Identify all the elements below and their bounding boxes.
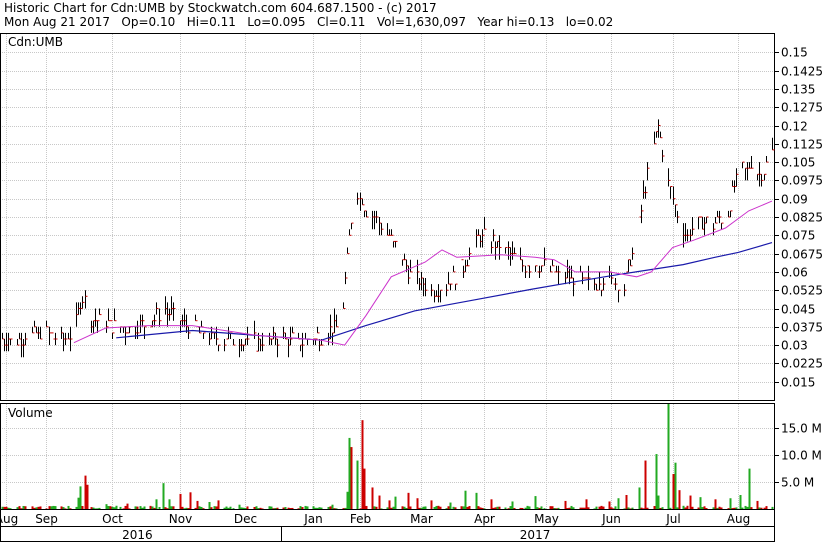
price-panel: 0.15 0.1425 0.135 0.1275 0.12 0.1125 0.105 0.09… xyxy=(0,33,823,401)
month-label: Dec xyxy=(234,512,257,526)
month-label: Aug xyxy=(727,512,750,526)
price-tick-label: 0.0675 xyxy=(781,248,823,262)
price-tick-label: 0.075 xyxy=(781,229,815,243)
price-tick-label: 0.0375 xyxy=(781,321,823,335)
volume-tick-label: 15.0 M xyxy=(781,422,822,436)
volume-panel: 15.0 M 10.0 M 5.0 M Volume xyxy=(0,403,822,510)
month-label: Feb xyxy=(350,512,371,526)
price-tick-label: 0.135 xyxy=(781,83,815,97)
stock-chart: 0.15 0.1425 0.135 0.1275 0.12 0.1125 0.105 0.09… xyxy=(0,33,823,542)
month-label: Jul xyxy=(665,512,680,526)
month-label: May xyxy=(534,512,559,526)
month-label: Jun xyxy=(601,512,621,526)
month-label: Nov xyxy=(169,512,192,526)
price-tick-label: 0.12 xyxy=(781,120,808,134)
price-tick-label: 0.0975 xyxy=(781,174,823,188)
price-tick-label: 0.0525 xyxy=(781,284,823,298)
price-tick-label: 0.0225 xyxy=(781,357,823,371)
year-labels: 2016 2017 xyxy=(122,528,550,542)
price-tick-label: 0.015 xyxy=(781,376,815,390)
price-tick-label: 0.045 xyxy=(781,303,815,317)
price-tick-label: 0.09 xyxy=(781,193,808,207)
volume-panel-frame xyxy=(0,403,775,510)
price-y-axis: 0.15 0.1425 0.135 0.1275 0.12 0.1125 0.105 0.09… xyxy=(774,46,823,390)
symbol-label: Cdn:UMB xyxy=(8,35,63,49)
volume-y-axis: 15.0 M 10.0 M 5.0 M xyxy=(774,422,822,490)
price-tick-label: 0.1275 xyxy=(781,101,823,115)
month-label: Aug xyxy=(0,512,18,526)
price-tick-label: 0.0825 xyxy=(781,211,823,225)
year-label: 2016 xyxy=(122,528,153,542)
month-label: Mar xyxy=(410,512,433,526)
month-label: Jan xyxy=(303,512,323,526)
price-tick-label: 0.15 xyxy=(781,46,808,60)
price-tick-label: 0.1425 xyxy=(781,65,823,79)
volume-tick-label: 10.0 M xyxy=(781,449,822,463)
month-labels: Aug Sep Oct Nov Dec Jan Feb Mar Apr May Jun Jul Aug xyxy=(0,512,750,526)
price-tick-label: 0.1125 xyxy=(781,138,823,152)
price-tick-label: 0.03 xyxy=(781,339,808,353)
year-label: 2017 xyxy=(520,528,551,542)
month-label: Oct xyxy=(102,512,123,526)
month-label: Apr xyxy=(474,512,495,526)
month-label: Sep xyxy=(35,512,58,526)
price-tick-label: 0.06 xyxy=(781,266,808,280)
volume-label: Volume xyxy=(8,406,53,420)
price-tick-label: 0.105 xyxy=(781,156,815,170)
volume-tick-label: 5.0 M xyxy=(781,476,814,490)
date-axis: Aug Sep Oct Nov Dec Jan Feb Mar Apr May Jun JulAug … xyxy=(0,510,775,542)
